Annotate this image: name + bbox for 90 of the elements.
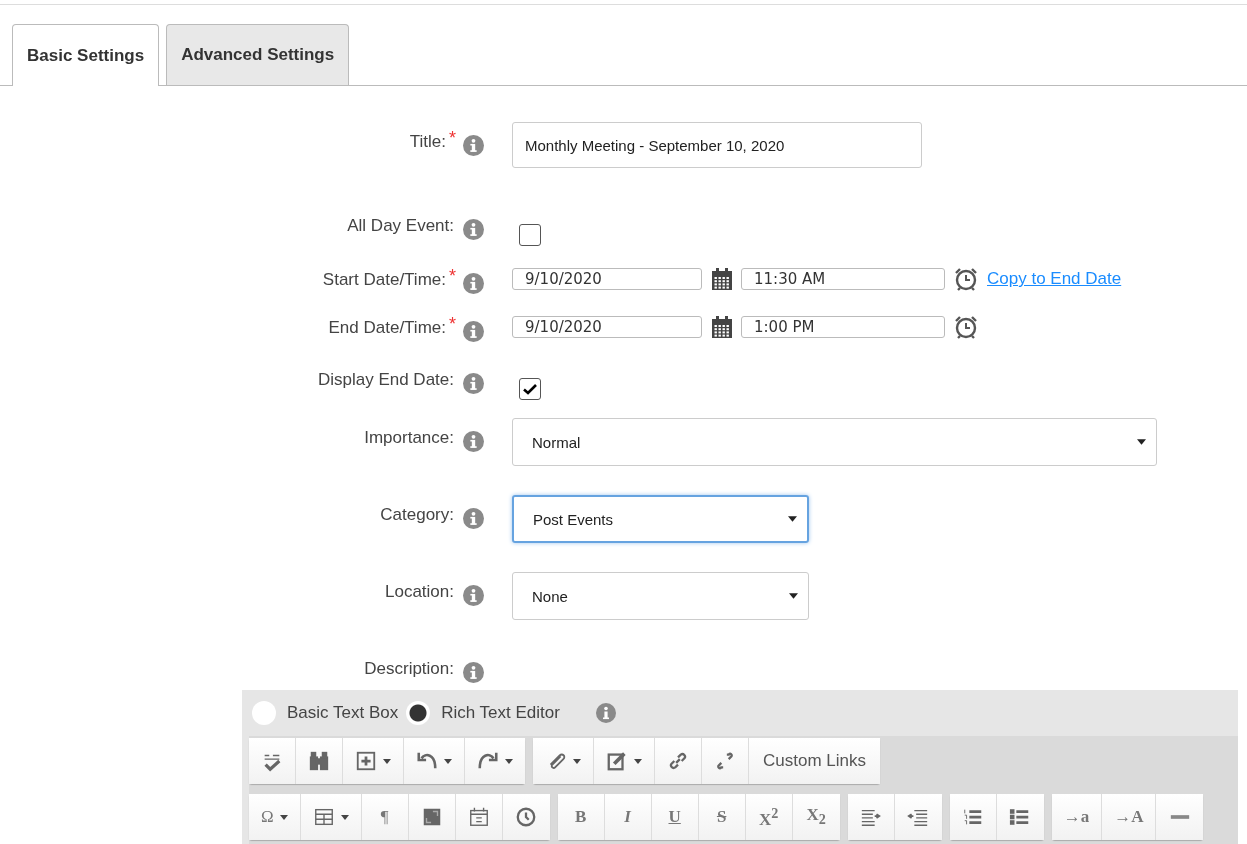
date-field[interactable]: 9/10/2020 xyxy=(512,268,702,290)
required-asterisk: * xyxy=(449,266,456,287)
undo-button[interactable] xyxy=(404,738,465,784)
alarm-clock-icon[interactable] xyxy=(954,267,978,291)
field-label: End Date/Time: xyxy=(328,318,446,338)
info-icon[interactable] xyxy=(463,373,484,394)
numbered-list-button[interactable] xyxy=(949,794,997,840)
settings-tab[interactable]: Basic Settings xyxy=(12,24,160,86)
calendar-icon[interactable] xyxy=(711,267,733,291)
table-icon xyxy=(312,806,335,828)
toolbar-button[interactable]: Custom Links xyxy=(749,738,880,784)
caret-icon xyxy=(505,758,513,764)
spellcheck-button[interactable] xyxy=(249,738,296,784)
radio-label[interactable]: Rich Text Editor xyxy=(441,703,560,723)
toolbar-button[interactable]: →a xyxy=(1051,794,1103,840)
caret-icon xyxy=(444,758,452,764)
table-button[interactable] xyxy=(300,794,362,840)
calendar-button[interactable] xyxy=(455,794,503,840)
field-label: Start Date/Time: xyxy=(322,270,446,290)
caret-icon xyxy=(279,814,288,820)
toolbar-button[interactable]: B xyxy=(557,794,605,840)
field-label: Description: xyxy=(364,659,454,679)
redo-button[interactable] xyxy=(465,738,525,784)
field-label: Display End Date: xyxy=(317,370,454,390)
date-field[interactable]: 9/10/2020 xyxy=(512,316,702,338)
edit-button[interactable] xyxy=(594,738,655,784)
edit-icon xyxy=(606,750,628,772)
binoculars-button[interactable] xyxy=(296,738,343,784)
required-asterisk: * xyxy=(449,128,456,149)
radio-button[interactable] xyxy=(406,701,431,725)
field-label: Importance: xyxy=(364,428,454,448)
required-asterisk: * xyxy=(449,314,456,335)
outdent-button[interactable] xyxy=(894,794,942,840)
add-page-button[interactable] xyxy=(343,738,404,784)
radio-button[interactable] xyxy=(252,701,276,725)
horizontal-rule-button[interactable] xyxy=(1156,794,1204,840)
clock-button[interactable] xyxy=(502,794,550,840)
select-dropdown[interactable]: None xyxy=(512,572,809,620)
caret-icon xyxy=(789,593,798,599)
info-icon[interactable] xyxy=(463,508,484,529)
field-label: All Day Event: xyxy=(347,216,454,236)
caret-icon xyxy=(634,758,642,764)
info-icon[interactable] xyxy=(463,219,484,240)
info-icon[interactable] xyxy=(463,321,484,342)
caret-icon xyxy=(340,814,349,820)
caret-icon xyxy=(383,758,391,764)
check-icon xyxy=(523,383,537,395)
link-button[interactable] xyxy=(655,738,702,784)
time-field[interactable]: 11:30 AM xyxy=(741,268,945,290)
time-field[interactable]: 1:00 PM xyxy=(741,316,945,338)
toolbar-button[interactable]: I xyxy=(604,794,652,840)
binoculars-icon xyxy=(308,750,330,772)
toolbar-button[interactable]: X$^{2}$ xyxy=(745,794,793,840)
toolbar-button[interactable]: X$_{2}$ xyxy=(792,794,840,840)
settings-tab[interactable]: Advanced Settings xyxy=(166,24,350,85)
calendar-icon xyxy=(467,806,490,828)
toolbar-button[interactable]: U xyxy=(651,794,699,840)
clock-icon xyxy=(515,806,538,828)
select-dropdown[interactable]: Normal xyxy=(512,418,1157,466)
info-icon[interactable] xyxy=(463,662,484,683)
unlink-button[interactable] xyxy=(702,738,749,784)
checkbox[interactable] xyxy=(519,378,541,400)
link-icon xyxy=(667,750,689,772)
indent-button[interactable] xyxy=(847,794,895,840)
calendar-icon[interactable] xyxy=(711,315,733,339)
field-label: Location: xyxy=(385,582,454,602)
add-page-icon xyxy=(355,750,377,772)
info-icon[interactable] xyxy=(595,703,616,723)
info-icon[interactable] xyxy=(463,585,484,606)
caret-icon xyxy=(573,758,581,764)
info-icon[interactable] xyxy=(463,431,484,452)
caret-icon xyxy=(1137,439,1146,445)
title-field[interactable]: Monthly Meeting - September 10, 2020 xyxy=(512,122,922,168)
paperclip-button[interactable] xyxy=(533,738,594,784)
field-label: Title: xyxy=(409,132,446,152)
maximize-button[interactable] xyxy=(408,794,456,840)
bullet-list-button[interactable] xyxy=(996,794,1044,840)
toolbar-button[interactable]: →A xyxy=(1102,794,1157,840)
toolbar-button[interactable]: Ω xyxy=(249,794,301,840)
caret-icon xyxy=(788,516,797,522)
alarm-clock-icon[interactable] xyxy=(954,315,978,339)
unlink-icon xyxy=(714,750,736,772)
toolbar-button[interactable]: ¶ xyxy=(361,794,409,840)
select-dropdown[interactable]: Post Events xyxy=(512,495,809,543)
toolbar-button[interactable]: S xyxy=(698,794,746,840)
checkbox[interactable] xyxy=(519,224,541,246)
info-icon[interactable] xyxy=(463,273,484,294)
field-label: Category: xyxy=(380,505,454,525)
radio-label[interactable]: Basic Text Box xyxy=(287,703,399,723)
info-icon[interactable] xyxy=(463,135,484,156)
